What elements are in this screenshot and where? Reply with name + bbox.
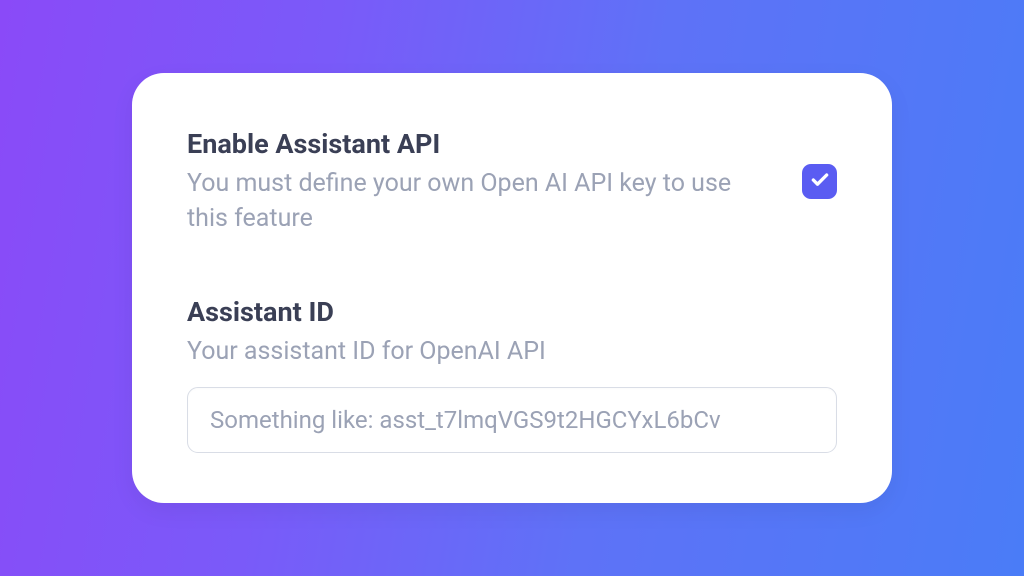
enable-assistant-title: Enable Assistant API [187, 128, 762, 160]
assistant-id-row: Assistant ID Your assistant ID for OpenA… [187, 296, 837, 453]
enable-assistant-text: Enable Assistant API You must define you… [187, 128, 802, 236]
assistant-id-title: Assistant ID [187, 296, 837, 328]
section-spacer [187, 236, 837, 296]
assistant-id-subtitle: Your assistant ID for OpenAI API [187, 334, 837, 369]
assistant-id-input[interactable] [187, 387, 837, 453]
enable-assistant-subtitle: You must define your own Open AI API key… [187, 166, 762, 236]
settings-card: Enable Assistant API You must define you… [132, 73, 892, 503]
check-icon [810, 170, 830, 194]
enable-assistant-checkbox[interactable] [802, 164, 837, 199]
enable-assistant-row: Enable Assistant API You must define you… [187, 128, 837, 236]
